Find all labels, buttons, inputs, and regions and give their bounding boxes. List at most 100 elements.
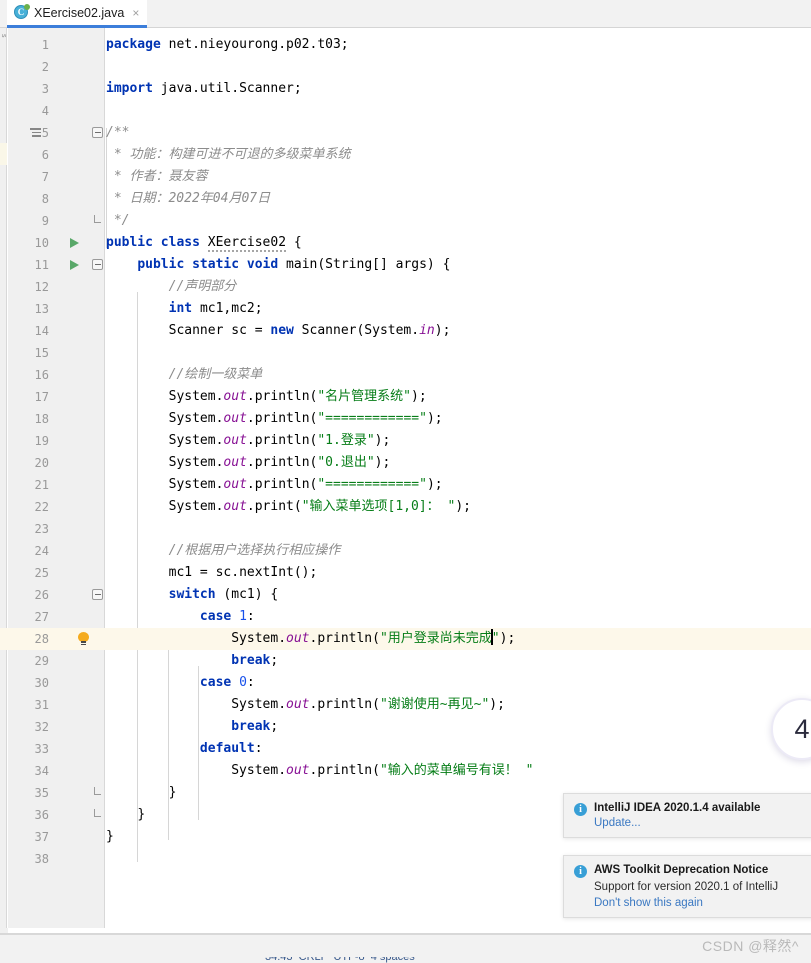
- notification-title: AWS Toolkit Deprecation Notice: [594, 864, 769, 876]
- fold-end-icon[interactable]: [92, 787, 103, 798]
- info-icon: i: [574, 865, 587, 878]
- status-bar-clipped-row: 34:43 CRLF UTF-8 4 spaces: [0, 957, 811, 963]
- code-line-text: * 作者：聂友蓉: [106, 169, 208, 184]
- code-line-text: * 日期：2022年04月07日: [106, 191, 271, 206]
- line-number: 6: [41, 148, 49, 162]
- run-arrow-icon[interactable]: [70, 260, 79, 270]
- code-line-text: mc1 = sc.nextInt();: [168, 565, 318, 580]
- code-line-text: break;: [231, 719, 279, 734]
- code-line-19[interactable]: 19 System.out.println("1.登录");: [0, 430, 811, 452]
- code-line-text: */: [106, 213, 130, 228]
- code-line-2[interactable]: 2: [0, 56, 811, 78]
- code-line-13[interactable]: 13 int mc1,mc2;: [0, 298, 811, 320]
- line-number: 1: [41, 38, 49, 52]
- line-number: 20: [34, 456, 49, 470]
- code-line-33[interactable]: 33 default:: [0, 738, 811, 760]
- code-line-15[interactable]: 15: [0, 342, 811, 364]
- fold-end-icon[interactable]: [92, 215, 103, 226]
- code-line-23[interactable]: 23: [0, 518, 811, 540]
- code-line-text: System.out.println("1.登录");: [168, 433, 391, 448]
- close-icon[interactable]: ×: [132, 7, 139, 19]
- code-line-22[interactable]: 22 System.out.print("输入菜单选项[1,0]： ");: [0, 496, 811, 518]
- code-line-5[interactable]: 5 /**: [0, 122, 811, 144]
- code-line-11[interactable]: 11 public static void main(String[] args…: [0, 254, 811, 276]
- code-line-8[interactable]: 8 * 日期：2022年04月07日: [0, 188, 811, 210]
- code-line-10[interactable]: 10 public class XEercise02 {: [0, 232, 811, 254]
- code-line-18[interactable]: 18 System.out.println("============");: [0, 408, 811, 430]
- javadoc-marker-icon: [30, 128, 41, 137]
- line-number: 2: [41, 60, 49, 74]
- code-line-text: switch (mc1) {: [168, 587, 279, 602]
- code-line-6[interactable]: 6 * 功能：构建可进不可退的多级菜单系统: [0, 144, 811, 166]
- fold-collapse-icon[interactable]: [92, 259, 103, 270]
- fold-collapse-icon[interactable]: [92, 589, 103, 600]
- code-line-7[interactable]: 7 * 作者：聂友蓉: [0, 166, 811, 188]
- code-line-16[interactable]: 16 //绘制一级菜单: [0, 364, 811, 386]
- line-number: 28: [34, 632, 49, 646]
- notification-aws-toolkit[interactable]: i AWS Toolkit Deprecation Notice Support…: [563, 855, 811, 918]
- status-bar-items: 34:43 CRLF UTF-8 4 spaces: [265, 957, 415, 963]
- code-line-text: System.out.print("输入菜单选项[1,0]： ");: [168, 499, 471, 514]
- code-line-20[interactable]: 20 System.out.println("0.退出");: [0, 452, 811, 474]
- java-class-icon: C: [14, 4, 30, 20]
- code-line-29[interactable]: 29 break;: [0, 650, 811, 672]
- code-line-31[interactable]: 31 System.out.println("谢谢使用~再见~");: [0, 694, 811, 716]
- intellij-idea-window: C XEercise02.java × s 1 package net.nieyo…: [0, 0, 811, 963]
- code-line-text: public class XEercise02 {: [106, 235, 302, 252]
- line-number: 14: [34, 324, 49, 338]
- line-number: 35: [34, 786, 49, 800]
- line-number: 29: [34, 654, 49, 668]
- code-line-34[interactable]: 34 System.out.println("输入的菜单编号有误！ ": [0, 760, 811, 782]
- line-number: 18: [34, 412, 49, 426]
- code-line-4[interactable]: 4: [0, 100, 811, 122]
- fold-end-icon[interactable]: [92, 809, 103, 820]
- editor-tab-label: XEercise02.java: [34, 5, 125, 20]
- line-number: 23: [34, 522, 49, 536]
- code-line-27[interactable]: 27 case 1:: [0, 606, 811, 628]
- intention-bulb-icon[interactable]: [78, 632, 89, 645]
- code-line-24[interactable]: 24 //根据用户选择执行相应操作: [0, 540, 811, 562]
- code-line-text: System.out.println("谢谢使用~再见~");: [231, 697, 505, 712]
- code-line-28[interactable]: 28 System.out.println("用户登录尚未完成");: [0, 628, 811, 650]
- code-line-30[interactable]: 30 case 0:: [0, 672, 811, 694]
- code-line-text: System.out.println("输入的菜单编号有误！ ": [231, 763, 534, 778]
- csdn-watermark: CSDN @释然^: [702, 938, 799, 954]
- run-arrow-icon[interactable]: [70, 238, 79, 248]
- line-number: 22: [34, 500, 49, 514]
- code-line-text: import java.util.Scanner;: [106, 81, 302, 96]
- line-number: 5: [41, 126, 49, 140]
- code-line-text: break;: [231, 653, 279, 668]
- line-number: 25: [34, 566, 49, 580]
- code-line-26[interactable]: 26 switch (mc1) {: [0, 584, 811, 606]
- line-number: 8: [41, 192, 49, 206]
- notification-update-link[interactable]: Update...: [594, 817, 811, 829]
- code-line-17[interactable]: 17 System.out.println("名片管理系统");: [0, 386, 811, 408]
- code-line-text: Scanner sc = new Scanner(System.in);: [168, 323, 451, 338]
- code-line-14[interactable]: 14 Scanner sc = new Scanner(System.in);: [0, 320, 811, 342]
- code-line-21[interactable]: 21 System.out.println("============");: [0, 474, 811, 496]
- notification-header: i IntelliJ IDEA 2020.1.4 available: [574, 802, 811, 816]
- editor-tab-xeercise02[interactable]: C XEercise02.java ×: [7, 0, 148, 28]
- fold-collapse-icon[interactable]: [92, 127, 103, 138]
- code-line-text: case 0:: [199, 675, 255, 690]
- code-line-9[interactable]: 9 */: [0, 210, 811, 232]
- code-line-text: }: [137, 807, 146, 822]
- code-line-3[interactable]: 3 import java.util.Scanner;: [0, 78, 811, 100]
- line-number: 11: [34, 258, 49, 272]
- line-number: 26: [34, 588, 49, 602]
- code-line-32[interactable]: 32 break;: [0, 716, 811, 738]
- code-line-25[interactable]: 25 mc1 = sc.nextInt();: [0, 562, 811, 584]
- code-line-text: //声明部分: [168, 279, 237, 294]
- notification-intellij-update[interactable]: i IntelliJ IDEA 2020.1.4 available Updat…: [563, 793, 811, 838]
- line-number: 38: [34, 852, 49, 866]
- notification-header: i AWS Toolkit Deprecation Notice: [574, 864, 811, 878]
- line-number: 13: [34, 302, 49, 316]
- code-line-text: //根据用户选择执行相应操作: [168, 543, 341, 558]
- code-line-12[interactable]: 12 //声明部分: [0, 276, 811, 298]
- line-number: 33: [34, 742, 49, 756]
- code-line-text: * 功能：构建可进不可退的多级菜单系统: [106, 147, 351, 162]
- code-line-text: case 1:: [199, 609, 255, 624]
- code-line-1[interactable]: 1 package net.nieyourong.p02.t03;: [0, 34, 811, 56]
- code-line-text: System.out.println("用户登录尚未完成");: [231, 629, 516, 646]
- notification-dismiss-link[interactable]: Don't show this again: [594, 897, 811, 909]
